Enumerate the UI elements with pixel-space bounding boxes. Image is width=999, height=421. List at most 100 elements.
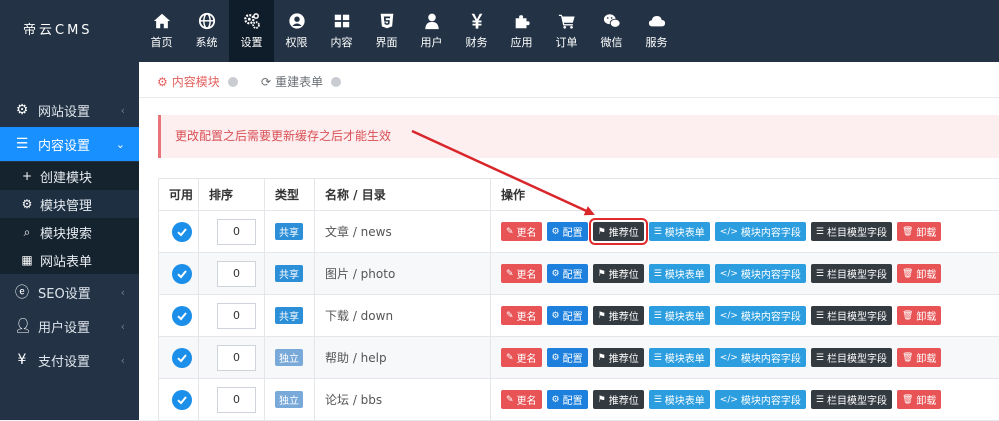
config-button[interactable]: ⚙配置 [547, 348, 588, 367]
order-input[interactable]: 0 [217, 387, 256, 413]
breadcrumb-content-module[interactable]: ⚙ 内容模块 [157, 73, 238, 90]
sidebar-sub-label: 创建模块 [40, 167, 92, 186]
topnav-home[interactable]: 首页 [139, 0, 184, 62]
module-form-button[interactable]: ☰模块表单 [649, 348, 710, 367]
chevron-left-icon: ‹ [121, 104, 125, 117]
module-content-fields-button[interactable]: </>模块内容字段 [715, 390, 806, 409]
category-model-fields-button[interactable]: ☰栏目模型字段 [811, 222, 892, 241]
cell-actions: ✎更名 ⚙配置 ⚑推荐位 ☰模块表单 </>模块内容字段 ☰栏目模型字段 🗑︎卸载 [491, 295, 999, 337]
action-label: 推荐位 [609, 308, 639, 323]
topnav-apps[interactable]: 应用 [499, 0, 544, 62]
module-content-fields-button[interactable]: </>模块内容字段 [715, 222, 806, 241]
config-button[interactable]: ⚙配置 [547, 390, 588, 409]
action-label: 更名 [517, 350, 537, 365]
order-input[interactable]: 0 [217, 261, 256, 287]
uninstall-button[interactable]: 🗑︎卸载 [897, 264, 941, 283]
rename-button[interactable]: ✎更名 [501, 264, 542, 283]
recommend-position-button[interactable]: ⚑推荐位 [593, 348, 644, 367]
action-label: 模块内容字段 [741, 350, 801, 365]
uninstall-button[interactable]: 🗑︎卸载 [897, 348, 941, 367]
topnav-user[interactable]: 用户 [409, 0, 454, 62]
type-badge: 共享 [275, 223, 303, 240]
topnav-system[interactable]: 系统 [184, 0, 229, 62]
cell-actions: ✎更名 ⚙配置 ⚑推荐位 ☰模块表单 </>模块内容字段 ☰栏目模型字段 🗑︎卸载 [491, 379, 999, 421]
uninstall-button[interactable]: 🗑︎卸载 [897, 390, 941, 409]
refresh-icon: ⟳ [261, 75, 271, 89]
table-row: 0共享文章 / news✎更名⚙配置⚑推荐位☰模块表单</>模块内容字段☰栏目模… [159, 211, 999, 253]
sidebar-item-user-settings[interactable]: 👤︎ 用户设置 ‹ [0, 309, 139, 343]
list-icon: ☰ [816, 311, 824, 321]
check-icon [176, 352, 188, 364]
category-model-fields-button[interactable]: ☰栏目模型字段 [811, 264, 892, 283]
topnav-permission[interactable]: 权限 [274, 0, 319, 62]
order-input[interactable]: 0 [217, 219, 256, 245]
sidebar-sub-label: 模块管理 [40, 195, 92, 214]
module-content-fields-button[interactable]: </>模块内容字段 [715, 348, 806, 367]
enabled-toggle[interactable] [172, 222, 192, 242]
topnav-content[interactable]: 内容 [319, 0, 364, 62]
recommend-position-button[interactable]: ⚑推荐位 [593, 390, 644, 409]
app-logo[interactable]: 帝云CMS [0, 0, 139, 62]
sidebar-sub-site-forms[interactable]: ▦ 网站表单 [0, 246, 139, 274]
topnav-orders[interactable]: 订单 [544, 0, 589, 62]
sidebar-item-seo-settings[interactable]: ⓔ SEO设置 ‹ [0, 275, 139, 309]
config-button[interactable]: ⚙配置 [547, 306, 588, 325]
sidebar-item-pay-settings[interactable]: ¥ 支付设置 ‹ [0, 343, 139, 377]
rename-button[interactable]: ✎更名 [501, 348, 542, 367]
user-icon [423, 12, 441, 30]
config-button[interactable]: ⚙配置 [547, 264, 588, 283]
enabled-toggle[interactable] [172, 390, 192, 410]
sidebar-sub-create-module[interactable]: + 创建模块 [0, 162, 139, 190]
rename-button[interactable]: ✎更名 [501, 306, 542, 325]
category-model-fields-button[interactable]: ☰栏目模型字段 [811, 390, 892, 409]
topnav-service[interactable]: 服务 [634, 0, 679, 62]
cell-enabled [159, 337, 199, 379]
edit-icon: ✎ [506, 311, 514, 321]
enabled-toggle[interactable] [172, 264, 192, 284]
rename-button[interactable]: ✎更名 [501, 390, 542, 409]
table-header-row: 可用 排序 类型 名称 / 目录 操作 [159, 179, 999, 211]
module-form-button[interactable]: ☰模块表单 [649, 390, 710, 409]
edit-icon: ✎ [506, 395, 514, 405]
category-model-fields-button[interactable]: ☰栏目模型字段 [811, 306, 892, 325]
uninstall-button[interactable]: 🗑︎卸载 [897, 222, 941, 241]
config-button[interactable]: ⚙配置 [547, 222, 588, 241]
topnav-label: 服务 [646, 34, 668, 50]
action-label: 更名 [517, 392, 537, 407]
module-content-fields-button[interactable]: </>模块内容字段 [715, 306, 806, 325]
order-input[interactable]: 0 [217, 345, 256, 371]
action-group: ✎更名 ⚙配置 ⚑推荐位 ☰模块表单 </>模块内容字段 ☰栏目模型字段 🗑︎卸载 [501, 390, 999, 409]
sidebar-sub-module-manage[interactable]: ⚙ 模块管理 [0, 190, 139, 218]
topnav-finance[interactable]: 财务 [454, 0, 499, 62]
category-model-fields-button[interactable]: ☰栏目模型字段 [811, 348, 892, 367]
breadcrumb-rebuild-form[interactable]: ⟳ 重建表单 [261, 73, 341, 90]
recommend-position-button[interactable]: ⚑推荐位 [593, 222, 644, 241]
topnav-interface[interactable]: 界面 [364, 0, 409, 62]
cell-order: 0 [199, 337, 265, 379]
search-icon: ⌕ [20, 225, 34, 240]
module-form-button[interactable]: ☰模块表单 [649, 264, 710, 283]
uninstall-button[interactable]: 🗑︎卸载 [897, 306, 941, 325]
action-label: 模块表单 [665, 266, 705, 281]
sidebar-item-content-settings[interactable]: ☰ 内容设置 ⌄ [0, 127, 139, 161]
topnav-settings[interactable]: 设置 [229, 0, 274, 62]
enabled-toggle[interactable] [172, 306, 192, 326]
module-form-button[interactable]: ☰模块表单 [649, 306, 710, 325]
module-form-button[interactable]: ☰模块表单 [649, 222, 710, 241]
list-icon: ☰ [654, 311, 662, 321]
action-label: 配置 [563, 224, 583, 239]
action-label: 模块内容字段 [741, 266, 801, 281]
order-input[interactable]: 0 [217, 303, 256, 329]
sidebar-sub-module-search[interactable]: ⌕ 模块搜索 [0, 218, 139, 246]
cell-type: 独立 [265, 379, 315, 421]
topnav-wechat[interactable]: 微信 [589, 0, 634, 62]
module-content-fields-button[interactable]: </>模块内容字段 [715, 264, 806, 283]
enabled-toggle[interactable] [172, 348, 192, 368]
topnav-label: 界面 [376, 34, 398, 50]
recommend-position-button[interactable]: ⚑推荐位 [593, 264, 644, 283]
rename-button[interactable]: ✎更名 [501, 222, 542, 241]
action-group: ✎更名 ⚙配置 ⚑推荐位 ☰模块表单 </>模块内容字段 ☰栏目模型字段 🗑︎卸载 [501, 348, 999, 367]
sidebar-item-site-settings[interactable]: ⚙ 网站设置 ‹ [0, 93, 139, 127]
recommend-position-button[interactable]: ⚑推荐位 [593, 306, 644, 325]
action-label: 卸载 [916, 224, 936, 239]
